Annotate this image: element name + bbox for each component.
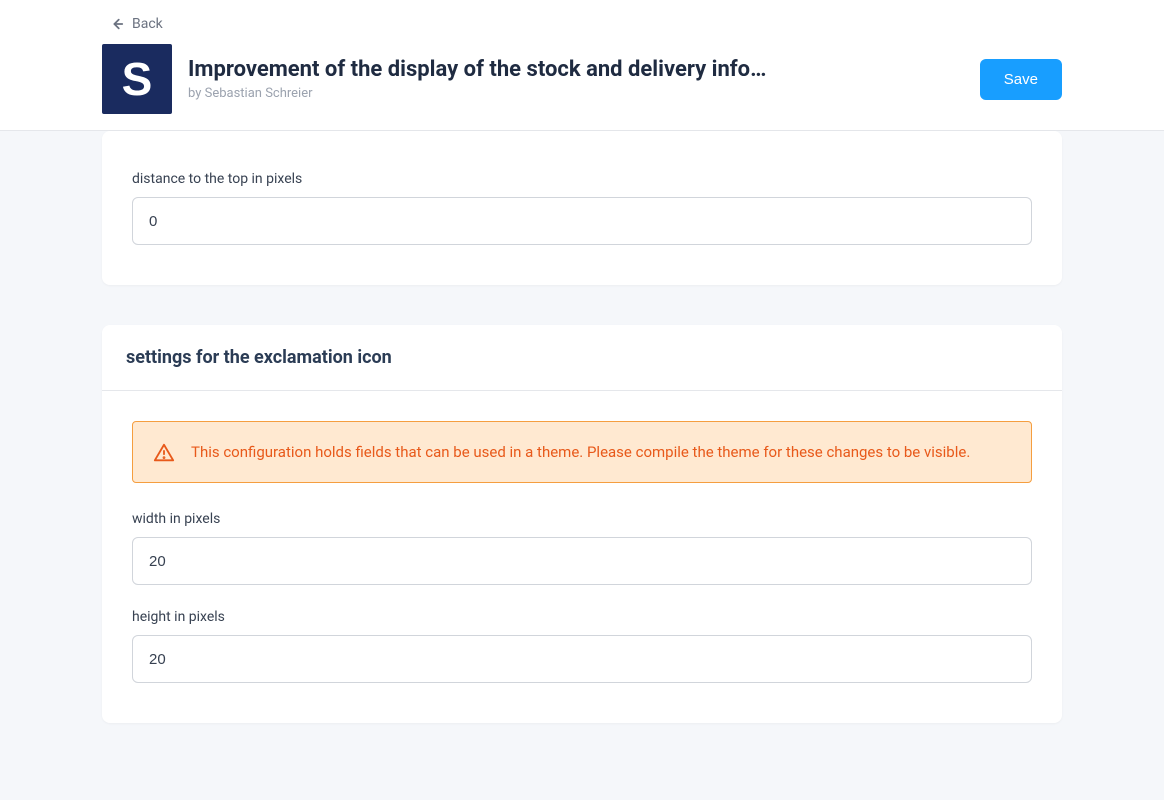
distance-top-label: distance to the top in pixels	[132, 171, 1032, 187]
content-area: distance to the top in pixels settings f…	[102, 131, 1062, 723]
settings-card-partial: distance to the top in pixels	[102, 131, 1062, 285]
exclamation-icon-settings-card: settings for the exclamation icon This c…	[102, 325, 1062, 723]
save-button[interactable]: Save	[980, 59, 1062, 100]
back-button[interactable]: Back	[110, 16, 163, 32]
width-input[interactable]	[132, 537, 1032, 585]
warning-triangle-icon	[153, 442, 175, 464]
app-icon-letter: S	[122, 56, 153, 102]
page-header: Back S Improvement of the display of the…	[0, 0, 1164, 131]
back-label: Back	[132, 16, 163, 32]
width-label: width in pixels	[132, 511, 1032, 527]
app-icon: S	[102, 44, 172, 114]
card-title: settings for the exclamation icon	[126, 347, 1038, 368]
height-input[interactable]	[132, 635, 1032, 683]
theme-compile-alert: This configuration holds fields that can…	[132, 421, 1032, 483]
distance-top-input[interactable]	[132, 197, 1032, 245]
height-label: height in pixels	[132, 609, 1032, 625]
arrow-left-icon	[110, 17, 124, 31]
page-title: Improvement of the display of the stock …	[188, 57, 768, 82]
alert-text: This configuration holds fields that can…	[191, 440, 970, 464]
page-subtitle: by Sebastian Schreier	[188, 86, 768, 101]
